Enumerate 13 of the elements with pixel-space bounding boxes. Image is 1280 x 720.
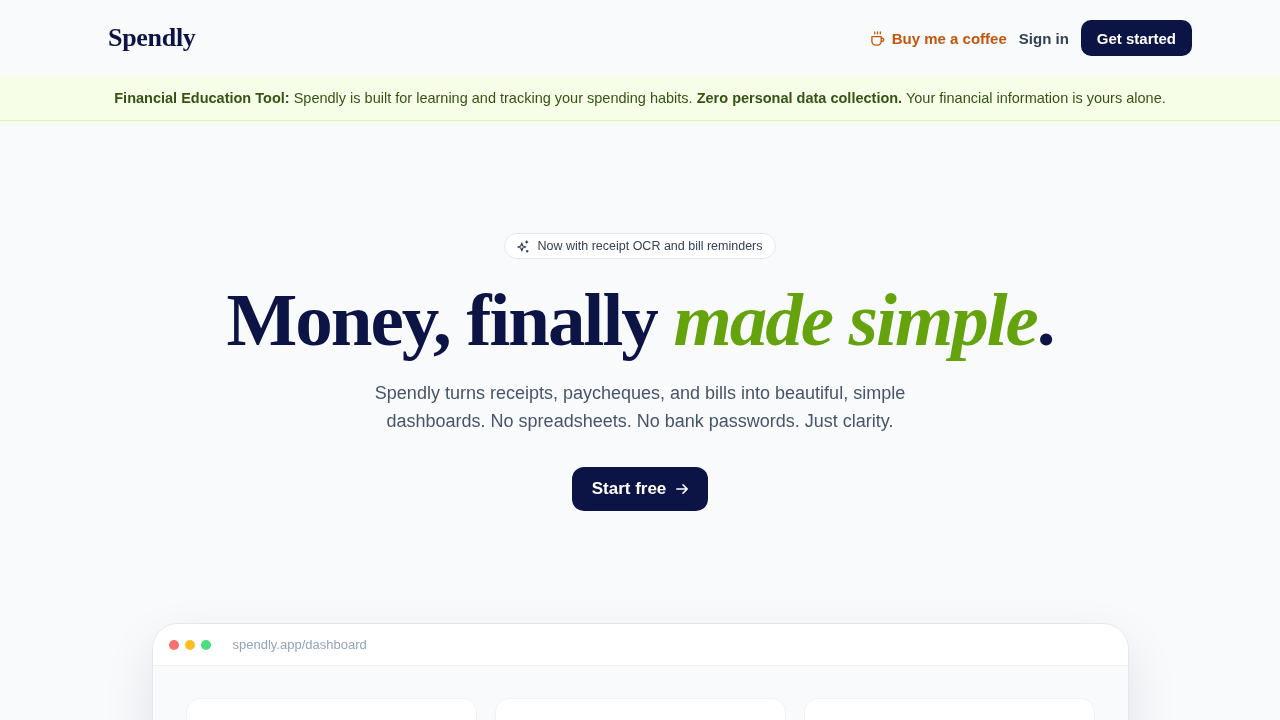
hero-headline: Money, finally made simple. xyxy=(226,277,1054,363)
coffee-cup-icon xyxy=(869,30,885,46)
get-started-button[interactable]: Get started xyxy=(1080,20,1192,56)
start-free-button[interactable]: Start free xyxy=(571,467,709,511)
hero-subtitle: Spendly turns receipts, paycheques, and bills into beautiful, simple dashboards. No spreadsheets. No bank passwords. Just clarity. xyxy=(373,382,907,433)
badge-text: Now with receipt OCR and bill reminders xyxy=(537,239,763,253)
logo[interactable]: Spendly xyxy=(108,23,196,53)
sign-in-link[interactable]: Sign in xyxy=(1018,29,1069,47)
arrow-right-icon xyxy=(676,484,689,494)
coffee-link[interactable]: Buy me a coffee xyxy=(869,29,1007,47)
sparkle-icon xyxy=(517,239,530,253)
url-text: spendly.app/dashboard xyxy=(232,637,367,652)
notice-text: Financial Education Tool: Spendly is built for learning and tracking your spending habits. Zero personal data collection. Your financial information is yours alone. xyxy=(114,90,1166,106)
